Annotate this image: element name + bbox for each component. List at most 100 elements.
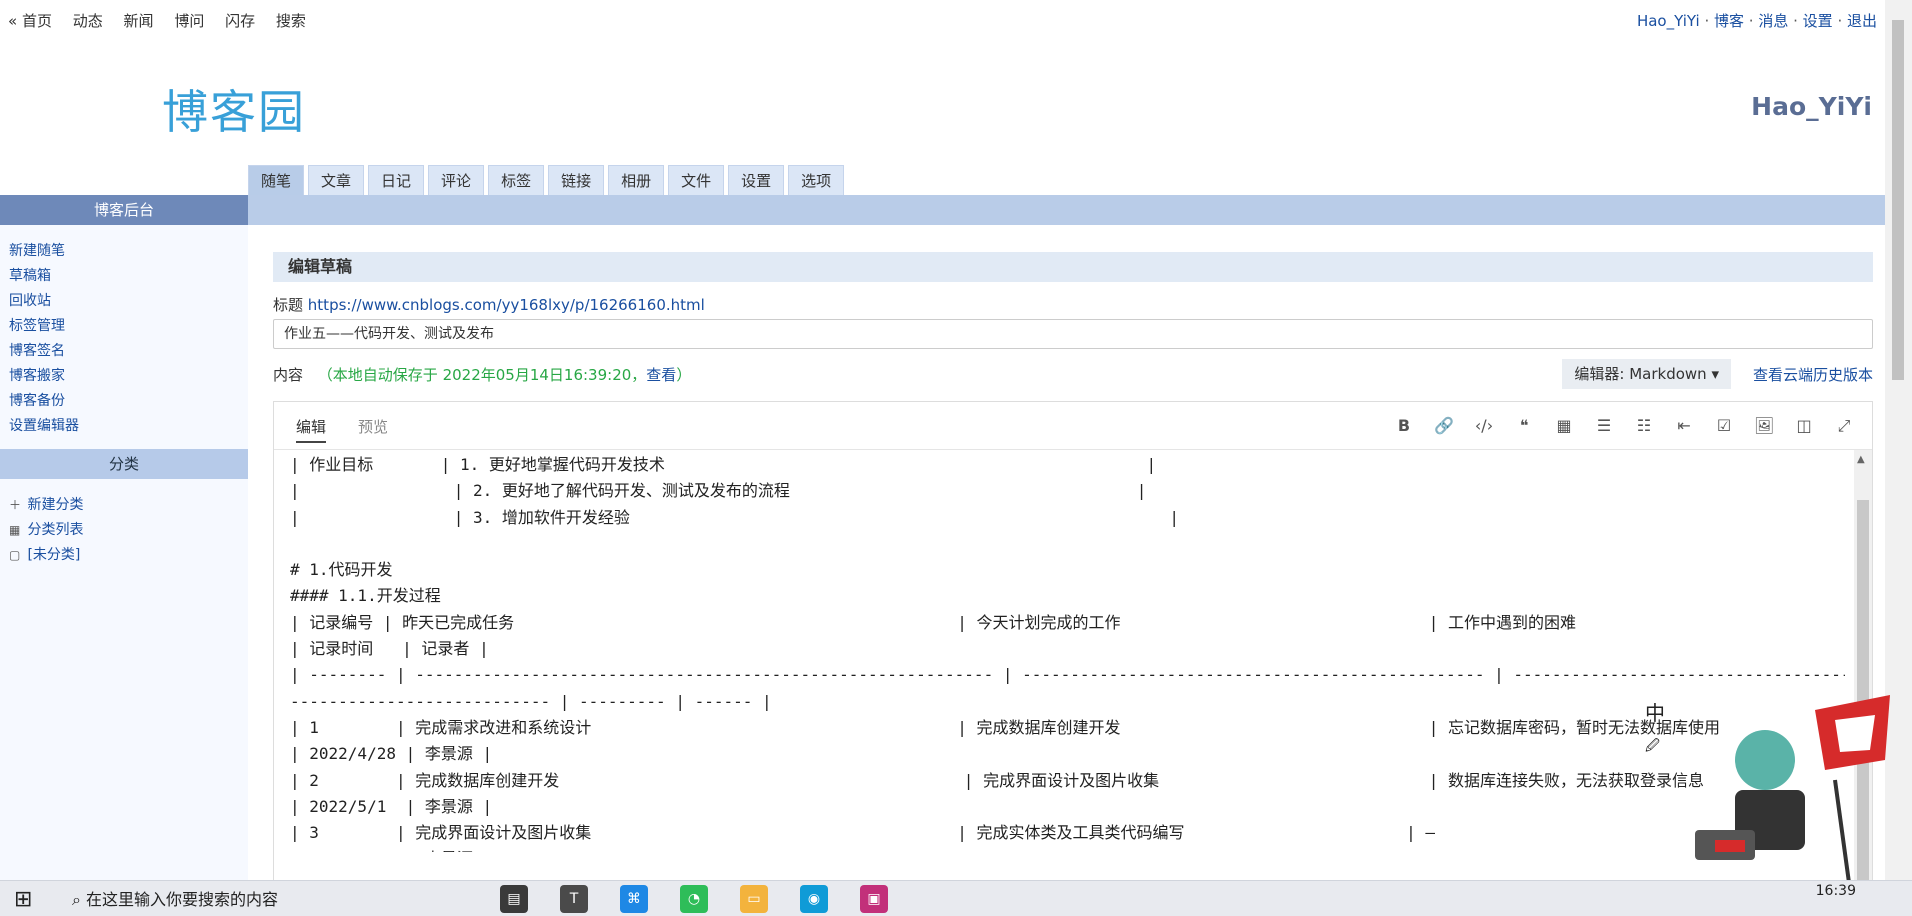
nav-dynamic[interactable]: 动态	[73, 12, 103, 30]
taskbar-app-icon[interactable]: ▤	[500, 885, 528, 913]
list-icon: ▦	[9, 523, 21, 537]
windows-taskbar: ⊞ ⌕ 在这里输入你要搜索的内容 ▤ T ⌘ ◔ ▭ ◉ ▣ 16:39	[0, 880, 1912, 916]
tab-links[interactable]: 链接	[548, 165, 605, 195]
editor-select[interactable]: 编辑器: Markdown ▾	[1562, 359, 1731, 389]
sidebar-item-signature[interactable]: 博客签名	[9, 343, 65, 359]
code-line: | -------- | ---------------------------…	[290, 665, 1845, 685]
code-line: | 3 | 完成界面设计及图片收集 | 完成实体类及工具类代码编写 | —	[290, 823, 1435, 843]
tab-diary[interactable]: 日记	[368, 165, 425, 195]
title-input[interactable]: 作业五——代码开发、测试及发布	[273, 319, 1873, 349]
outdent-icon[interactable]: ⇤	[1674, 416, 1694, 436]
windows-start-icon[interactable]: ⊞	[14, 887, 32, 912]
sidebar-item-new-post[interactable]: 新建随笔	[9, 243, 65, 259]
scroll-up-icon[interactable]: ▲	[1857, 454, 1865, 465]
code-line: | 2022/5/1 | 李景源 |	[290, 796, 493, 816]
main-content: 编辑草稿 标题 https://www.cnblogs.com/yy168lxy…	[273, 252, 1873, 901]
bold-icon[interactable]: B	[1394, 416, 1414, 436]
logout-link[interactable]: 退出	[1847, 12, 1877, 30]
nav-home[interactable]: « 首页	[8, 12, 52, 30]
code-line: | 2022/5/1 | 李景源 |	[290, 846, 1845, 852]
taskbar-app-icon[interactable]: T	[560, 885, 588, 913]
tab-options[interactable]: 选项	[788, 165, 845, 195]
nav-flash[interactable]: 闪存	[225, 12, 255, 30]
edge-icon[interactable]: ◉	[800, 885, 828, 913]
sidebar-item-editor-settings[interactable]: 设置编辑器	[9, 418, 79, 434]
sidebar-item-migrate[interactable]: 博客搬家	[9, 368, 65, 384]
tab-albums[interactable]: 相册	[608, 165, 665, 195]
user-link[interactable]: Hao_YiYi	[1637, 12, 1700, 30]
sidebar-item-drafts[interactable]: 草稿箱	[9, 268, 51, 284]
nav-news[interactable]: 新闻	[124, 12, 154, 30]
tab-files[interactable]: 文件	[668, 165, 725, 195]
tab-edit[interactable]: 编辑	[296, 416, 327, 443]
file-explorer-icon[interactable]: ▭	[740, 885, 768, 913]
sidebar-item-tag-manage[interactable]: 标签管理	[9, 318, 65, 334]
code-line: | 记录时间 | 记录者 |	[290, 639, 489, 659]
tab-settings[interactable]: 设置	[728, 165, 785, 195]
site-nav: « 首页 动态 新闻 博问 闪存 搜索	[8, 10, 322, 31]
svg-text:🖉: 🖉	[1645, 738, 1660, 754]
tab-preview[interactable]: 预览	[358, 416, 388, 437]
title-label: 标题	[273, 296, 304, 314]
code-line: | | 2. 更好地了解代码开发、测试及发布的流程 |	[290, 481, 1147, 501]
tab-articles[interactable]: 文章	[308, 165, 365, 195]
blog-link[interactable]: 博客	[1714, 12, 1744, 30]
editor-textarea[interactable]: | 作业目标 | 1. 更好地掌握代码开发技术 | | | 2. 更好地了解代码开…	[290, 452, 1845, 852]
autosave-status: （本地自动保存于 2022年05月14日16:39:20，查看）	[317, 366, 692, 384]
category-title: 分类	[0, 449, 248, 479]
editor-tabs: 编辑 预览 B 🔗 ‹/› ❝ ▦ ☰ ☷ ⇤ ☑ 🖼 ◫ ⤢	[274, 402, 1872, 450]
quote-icon[interactable]: ❝	[1514, 416, 1534, 436]
taskbar-search-input[interactable]: ⌕ 在这里输入你要搜索的内容	[60, 885, 480, 915]
section-title: 编辑草稿	[273, 252, 1873, 282]
code-line: | 记录编号 | 昨天已完成任务 | 今天计划完成的工作 | 工作中遇到的困难	[290, 612, 1577, 632]
code-line: | 1 | 完成需求改进和系统设计 | 完成数据库创建开发 | 忘记数据库密码，…	[290, 717, 1721, 737]
code-line: | | 3. 增加软件开发经验 |	[290, 507, 1179, 527]
wechat-icon[interactable]: ◔	[680, 885, 708, 913]
plus-icon: ＋	[9, 498, 22, 512]
code-icon[interactable]: ‹/›	[1474, 416, 1494, 436]
folder-icon: ▢	[9, 548, 21, 562]
tab-comments[interactable]: 评论	[428, 165, 485, 195]
cnblogs-logo[interactable]: 博客园	[162, 76, 306, 142]
numbered-list-icon[interactable]: ☷	[1634, 416, 1654, 436]
user-nav: Hao_YiYi · 博客 · 消息 · 设置 · 退出	[1636, 12, 1877, 30]
taskbar-clock[interactable]: 16:39	[1816, 883, 1856, 899]
table-icon[interactable]: ▦	[1554, 416, 1574, 436]
nav-questions[interactable]: 博问	[174, 12, 204, 30]
bullet-list-icon[interactable]: ☰	[1594, 416, 1614, 436]
category-uncategorized[interactable]: [未分类]	[27, 547, 80, 563]
link-icon[interactable]: 🔗	[1434, 416, 1454, 436]
tab-tags[interactable]: 标签	[488, 165, 545, 195]
split-view-icon[interactable]: ◫	[1794, 416, 1814, 436]
sidebar-item-backup[interactable]: 博客备份	[9, 393, 65, 409]
content-row: 内容 （本地自动保存于 2022年05月14日16:39:20，查看） 编辑器:…	[273, 359, 1873, 389]
nav-search[interactable]: 搜索	[276, 12, 306, 30]
sidebar-item-recycle-bin[interactable]: 回收站	[9, 293, 51, 309]
header-username[interactable]: Hao_YiYi	[1751, 92, 1872, 121]
category-new[interactable]: 新建分类	[27, 497, 83, 513]
code-line: # 1.代码开发	[290, 560, 393, 580]
sidebar-title: 博客后台	[0, 195, 248, 225]
category-list[interactable]: 分类列表	[27, 522, 83, 538]
title-row: 标题 https://www.cnblogs.com/yy168lxy/p/16…	[273, 294, 1873, 315]
fullscreen-icon[interactable]: ⤢	[1834, 416, 1854, 436]
tab-bar-strip	[248, 195, 1885, 225]
vscode-icon[interactable]: ⌘	[620, 885, 648, 913]
messages-link[interactable]: 消息	[1758, 12, 1788, 30]
checkbox-icon[interactable]: ☑	[1714, 416, 1734, 436]
tab-posts[interactable]: 随笔	[248, 165, 305, 195]
image-icon[interactable]: 🖼	[1754, 416, 1774, 436]
settings-link[interactable]: 设置	[1803, 12, 1833, 30]
content-label: 内容	[273, 366, 304, 384]
svg-text:中: 中	[1645, 701, 1665, 725]
sidebar-menu: 新建随笔 草稿箱 回收站 标签管理 博客签名 博客搬家 博客备份 设置编辑器	[0, 225, 248, 449]
sidebar: 博客后台 新建随笔 草稿箱 回收站 标签管理 博客签名 博客搬家 博客备份 设置…	[0, 195, 248, 916]
autosave-view-link[interactable]: 查看	[646, 366, 676, 384]
post-url-link[interactable]: https://www.cnblogs.com/yy168lxy/p/16266…	[308, 296, 705, 314]
page-scroll-thumb[interactable]	[1892, 20, 1904, 380]
ide-icon[interactable]: ▣	[860, 885, 888, 913]
markdown-editor: 编辑 预览 B 🔗 ‹/› ❝ ▦ ☰ ☷ ⇤ ☑ 🖼 ◫ ⤢ | 作业目标 |…	[273, 401, 1873, 901]
editor-toolbar: B 🔗 ‹/› ❝ ▦ ☰ ☷ ⇤ ☑ 🖼 ◫ ⤢	[1374, 416, 1854, 436]
cloud-history-link[interactable]: 查看云端历史版本	[1753, 361, 1873, 389]
